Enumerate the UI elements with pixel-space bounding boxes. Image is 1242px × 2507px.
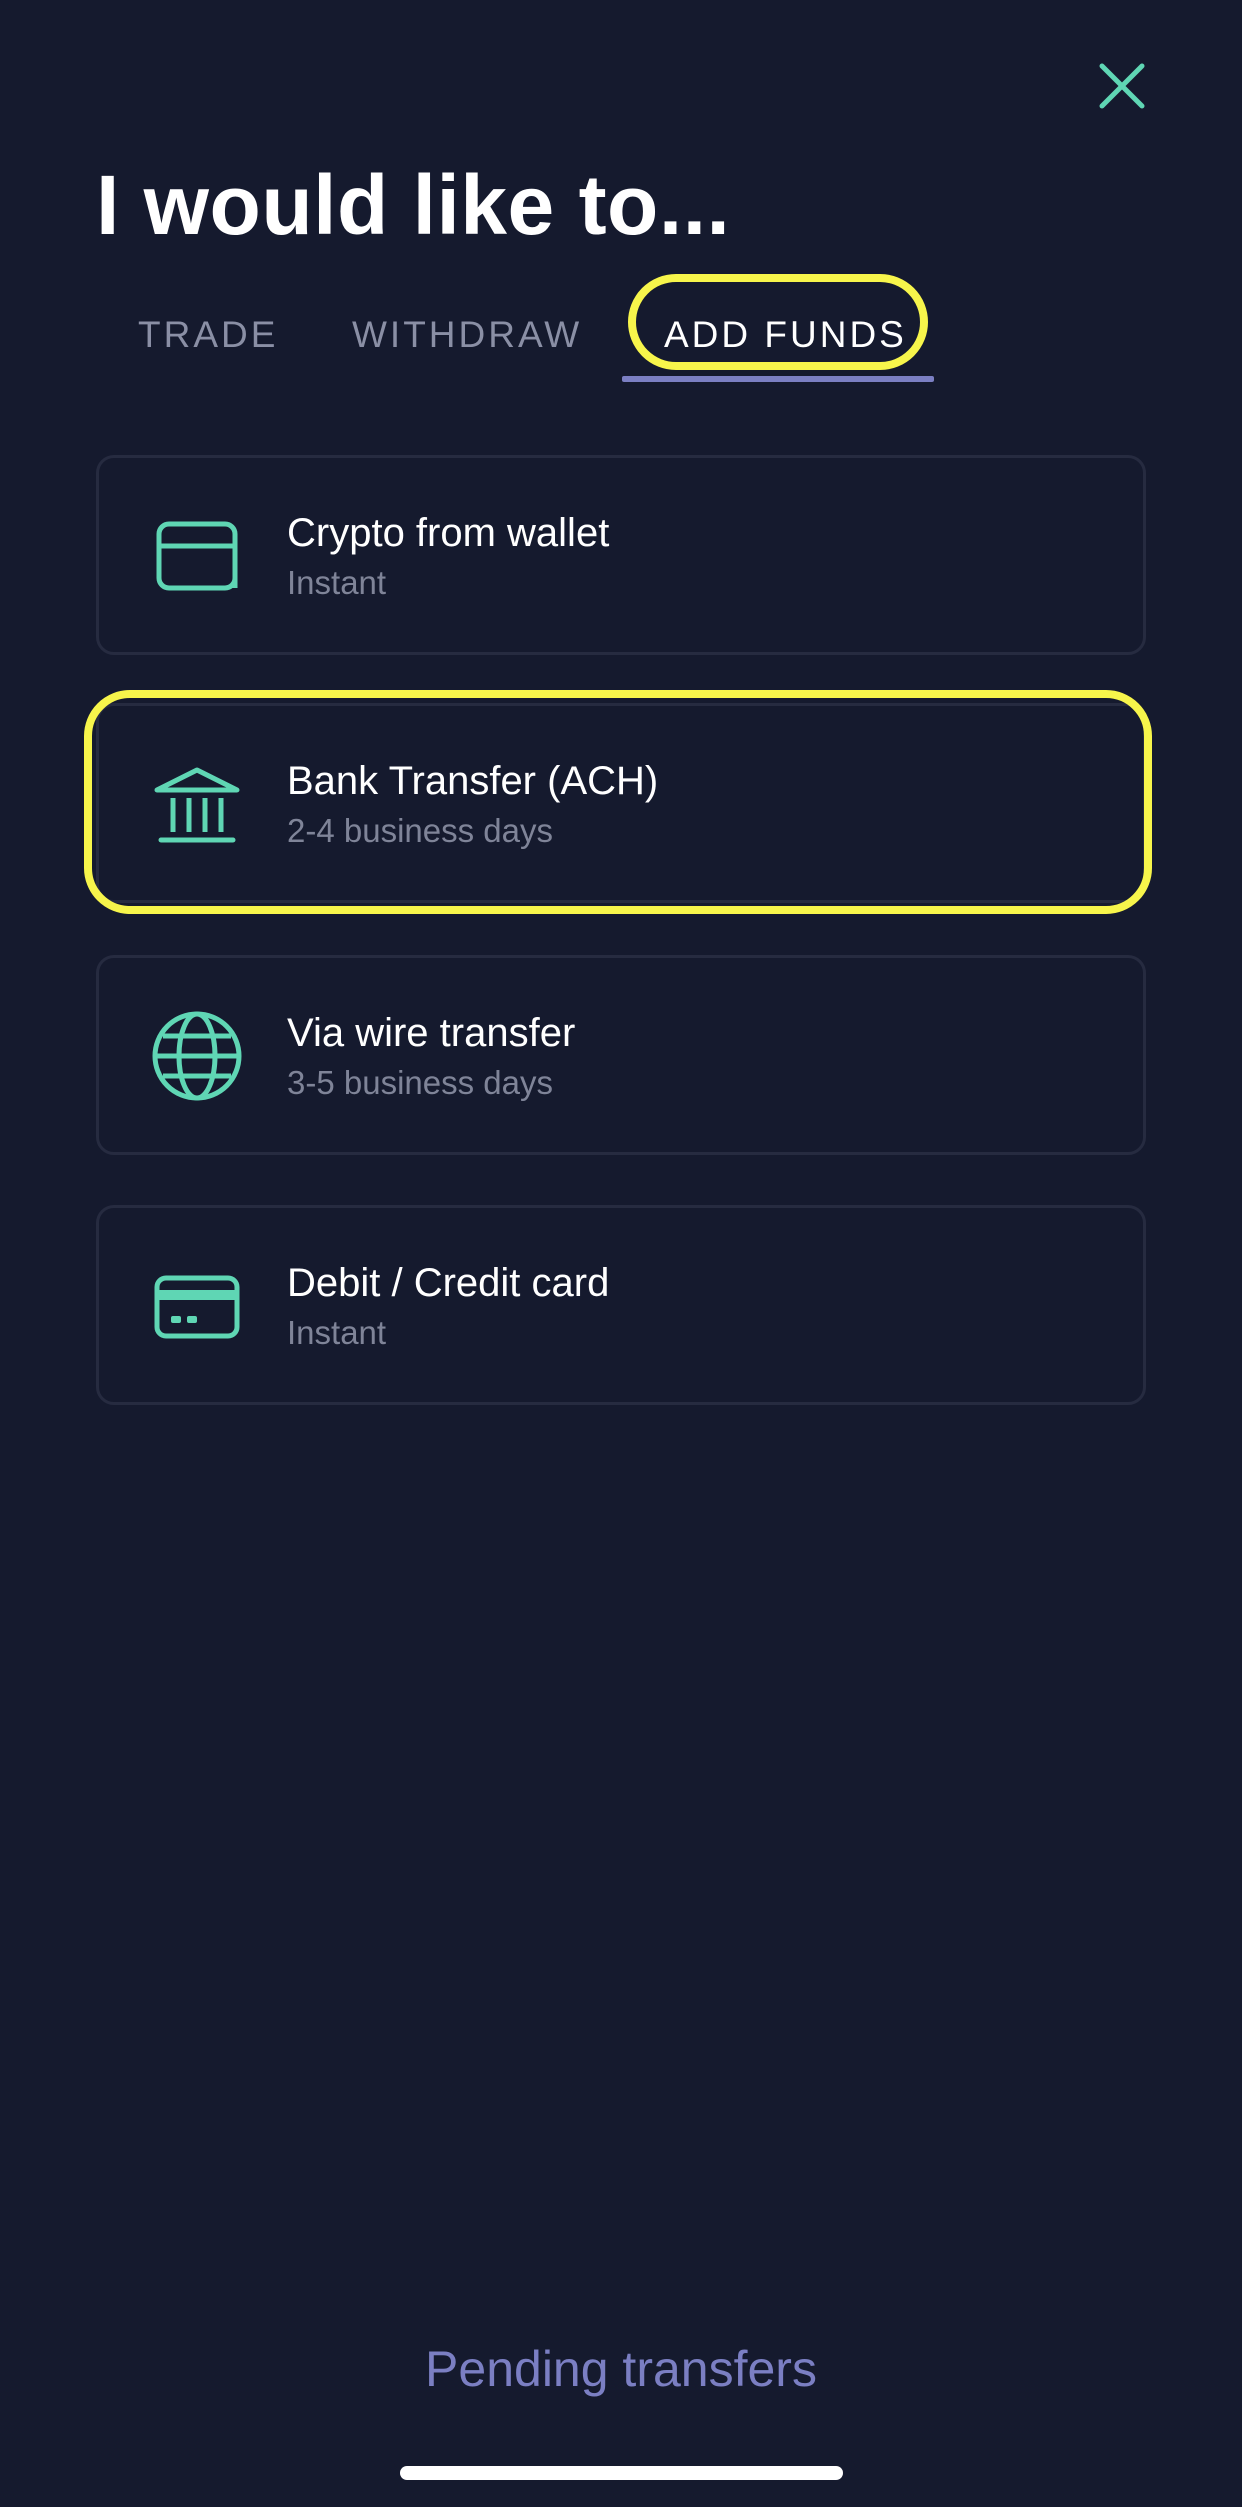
option-sublabel: Instant bbox=[287, 1314, 387, 1351]
option-sublabel: Instant bbox=[287, 564, 387, 601]
tab-trade[interactable]: TRADE bbox=[138, 300, 278, 370]
active-tab-underline bbox=[622, 376, 934, 382]
globe-icon bbox=[149, 1008, 245, 1104]
option-crypto-from-wallet[interactable]: Crypto from wallet Instant bbox=[96, 455, 1146, 655]
close-icon bbox=[1099, 63, 1145, 109]
option-bank-transfer-ach[interactable]: Bank Transfer (ACH) 2-4 business days bbox=[96, 703, 1146, 903]
tab-add-funds[interactable]: ADD FUNDS bbox=[664, 300, 907, 370]
option-label: Bank Transfer (ACH) bbox=[287, 759, 659, 803]
wallet-icon bbox=[149, 508, 245, 604]
option-wire-transfer[interactable]: Via wire transfer 3-5 business days bbox=[96, 955, 1146, 1155]
bank-icon bbox=[149, 756, 245, 852]
credit-card-icon bbox=[149, 1258, 245, 1354]
home-indicator bbox=[400, 2466, 843, 2480]
page-title: I would like to... bbox=[96, 158, 731, 252]
tab-bar: TRADE WITHDRAW ADD FUNDS bbox=[96, 274, 1146, 385]
option-label: Debit / Credit card bbox=[287, 1261, 610, 1305]
option-label: Crypto from wallet bbox=[287, 511, 610, 555]
close-button[interactable] bbox=[1092, 56, 1152, 116]
option-sublabel: 2-4 business days bbox=[287, 812, 553, 849]
option-debit-credit-card[interactable]: Debit / Credit card Instant bbox=[96, 1205, 1146, 1405]
option-label: Via wire transfer bbox=[287, 1011, 576, 1055]
pending-transfers-link[interactable]: Pending transfers bbox=[0, 2336, 1242, 2402]
option-sublabel: 3-5 business days bbox=[287, 1064, 553, 1101]
tab-withdraw[interactable]: WITHDRAW bbox=[352, 300, 582, 370]
